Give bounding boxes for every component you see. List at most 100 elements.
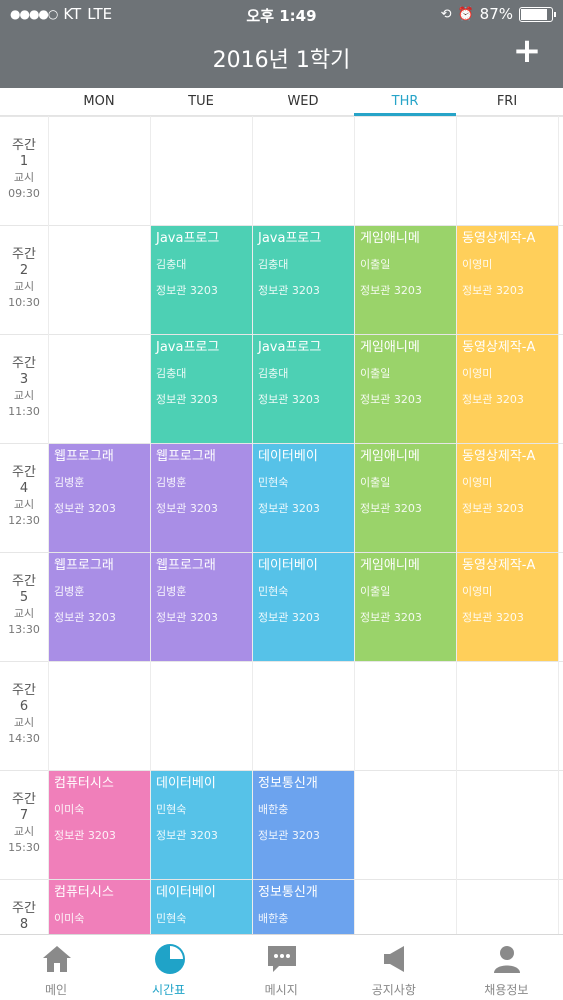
class-title: 동영상제작-A: [462, 340, 536, 355]
class-title: 정보통신개: [258, 885, 318, 900]
class-title: Java프로그: [258, 231, 322, 246]
battery-level: [521, 8, 548, 20]
class-cell[interactable]: 데이터베이 민현숙 정보관 3203: [253, 444, 354, 552]
battery-icon: [519, 6, 556, 22]
day-tab-wed[interactable]: WED: [252, 88, 354, 116]
class-professor: 민현숙: [258, 476, 289, 489]
class-room: 정보관 3203: [156, 829, 218, 842]
class-room: 정보관 3203: [462, 611, 524, 624]
class-cell[interactable]: 데이터베이민현숙: [151, 880, 252, 934]
period-num: 5: [19, 590, 29, 605]
class-professor: 김병훈: [156, 585, 187, 598]
class-professor: 배한충: [258, 803, 289, 816]
day-tab-thr[interactable]: THR: [354, 88, 456, 116]
day-tab-tue[interactable]: TUE: [150, 88, 252, 116]
column-divider: [558, 116, 559, 934]
class-cell[interactable]: 동영상제작-A 이영미 정보관 3203: [457, 553, 558, 661]
class-title: 데이터베이: [156, 885, 216, 900]
period-b: 교시: [13, 825, 35, 838]
person-icon: [490, 943, 524, 975]
class-cell[interactable]: 데이터베이 민현숙 정보관 3203: [253, 553, 354, 661]
period-num: 3: [19, 372, 29, 387]
class-cell[interactable]: Java프로그김충대정보관 3203: [253, 226, 354, 334]
class-title: 정보통신개: [258, 776, 318, 791]
row-divider: [0, 661, 563, 662]
class-title: 웹프로그래: [54, 449, 114, 464]
period-a: 주간: [12, 901, 36, 916]
tab-megaphone[interactable]: 공지사항: [338, 935, 450, 1000]
class-room: 정보관 3203: [462, 502, 524, 515]
class-professor: 김충대: [258, 258, 289, 271]
class-cell[interactable]: Java프로그 김충대 정보관 3203: [151, 335, 252, 443]
weekday-header: MON TUE WED THR FRI: [0, 88, 563, 116]
class-professor: 김충대: [156, 258, 187, 271]
tab-timetable-pie[interactable]: 시간표: [113, 935, 225, 1000]
class-room: 정보관 3203: [258, 502, 320, 515]
period-b: 교시: [13, 607, 35, 620]
class-room: 정보관 3203: [156, 611, 218, 624]
class-cell[interactable]: 게임애니메 이출일 정보관 3203: [355, 553, 456, 661]
class-cell[interactable]: 동영상제작-A 이영미 정보관 3203: [457, 226, 558, 334]
top-bar: ●●●●○ KT LTE 오후 1:49 ⟲ ⏰ 87% 2016년 1학기 +: [0, 0, 563, 88]
class-professor: 이출일: [360, 367, 391, 380]
class-cell[interactable]: 데이터베이 민현숙 정보관 3203: [151, 771, 252, 879]
class-cell[interactable]: 웹프로그래 김병훈 정보관 3203: [151, 553, 252, 661]
status-bar: ●●●●○ KT LTE 오후 1:49 ⟲ ⏰ 87%: [0, 0, 563, 30]
tab-label: 메시지: [264, 983, 298, 997]
day-tab-mon[interactable]: MON: [48, 88, 150, 116]
period-num: 1: [19, 154, 29, 169]
class-title: 게임애니메: [360, 558, 420, 573]
period-num: 4: [19, 481, 29, 496]
class-room: 정보관 3203: [258, 284, 320, 297]
class-cell[interactable]: 게임애니메 이출일 정보관 3203: [355, 335, 456, 443]
class-cell[interactable]: 웹프로그래 김병훈 정보관 3203: [49, 553, 150, 661]
tab-message[interactable]: 메시지: [225, 935, 337, 1000]
class-cell[interactable]: 정보통신개배한충: [253, 880, 354, 934]
period-label: 주간 1 교시 09:30: [0, 138, 48, 202]
class-title: 게임애니메: [360, 449, 420, 464]
class-room: 정보관 3203: [360, 284, 422, 297]
class-cell[interactable]: 동영상제작-A 이영미 정보관 3203: [457, 335, 558, 443]
class-title: Java프로그: [156, 231, 220, 246]
period-label: 주간 2 교시 10:30: [0, 247, 48, 311]
period-time: 13:30: [8, 623, 40, 636]
class-professor: 이출일: [360, 476, 391, 489]
class-cell[interactable]: 컴퓨터시스 이미숙 정보관 3203: [49, 771, 150, 879]
class-cell[interactable]: 웹프로그래 김병훈 정보관 3203: [151, 444, 252, 552]
class-professor: 이미숙: [54, 803, 85, 816]
class-cell[interactable]: 동영상제작-A 이영미 정보관 3203: [457, 444, 558, 552]
class-title: 웹프로그래: [156, 449, 216, 464]
class-room: 정보관 3203: [360, 611, 422, 624]
class-cell[interactable]: Java프로그김충대정보관 3203: [151, 226, 252, 334]
day-tab-fri[interactable]: FRI: [456, 88, 558, 116]
class-professor: 민현숙: [156, 912, 187, 925]
period-time: 10:30: [8, 296, 40, 309]
class-cell[interactable]: 게임애니메이출일정보관 3203: [355, 226, 456, 334]
class-room: 정보관 3203: [258, 829, 320, 842]
class-title: 컴퓨터시스: [54, 885, 114, 900]
class-room: 정보관 3203: [54, 829, 116, 842]
period-b: 교시: [13, 280, 35, 293]
class-professor: 이출일: [360, 258, 391, 271]
class-cell[interactable]: 웹프로그래 김병훈 정보관 3203: [49, 444, 150, 552]
class-cell[interactable]: 정보통신개배한충정보관 3203: [253, 771, 354, 879]
class-room: 정보관 3203: [156, 284, 218, 297]
tab-home[interactable]: 메인: [0, 935, 112, 1000]
period-num: 2: [19, 263, 29, 278]
class-cell[interactable]: 게임애니메 이출일 정보관 3203: [355, 444, 456, 552]
add-class-button[interactable]: +: [511, 34, 543, 68]
class-professor: 김충대: [156, 367, 187, 380]
class-cell[interactable]: 컴퓨터시스이미숙: [49, 880, 150, 934]
period-num: 6: [19, 699, 29, 714]
tab-person[interactable]: 채용정보: [450, 935, 562, 1000]
period-time: 14:30: [8, 732, 40, 745]
class-title: 게임애니메: [360, 231, 420, 246]
class-title: 데이터베이: [156, 776, 216, 791]
class-room: 정보관 3203: [360, 393, 422, 406]
class-cell[interactable]: Java프로그 김충대 정보관 3203: [253, 335, 354, 443]
bottom-tab-bar: 메인 시간표 메시지 공지사항 채용정보: [0, 934, 563, 1000]
class-title: Java프로그: [156, 340, 220, 355]
class-professor: 이미숙: [54, 912, 85, 925]
period-a: 주간: [12, 465, 36, 480]
class-professor: 배한충: [258, 912, 289, 925]
